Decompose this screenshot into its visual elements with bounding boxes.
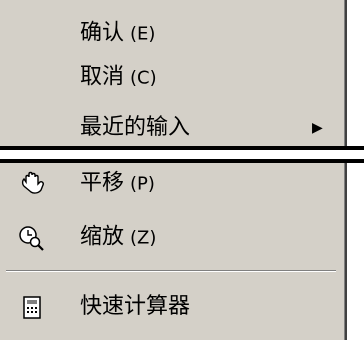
zoom-icon: [18, 224, 46, 252]
context-menu: 确认 (E) 取消 (C) 最近的输入 ▶ 平移 (P) 缩放 (Z) 快速计算…: [0, 0, 347, 340]
recent-input-label: 最近的输入: [80, 115, 191, 140]
menu-item-cancel-label: 取消 (C): [80, 65, 157, 92]
cancel-text: 取消: [80, 64, 125, 90]
menu-item-pan[interactable]: 平移 (P): [0, 157, 340, 211]
pan-hotkey: (P): [130, 173, 155, 195]
menu-separator: [6, 270, 336, 272]
cut-divider-gap: [0, 150, 364, 159]
submenu-arrow-icon: ▶: [312, 120, 323, 136]
confirm-hotkey: (E): [130, 23, 156, 45]
menu-item-quick-calculator[interactable]: 快速计算器: [0, 280, 340, 334]
menu-item-cancel[interactable]: 取消 (C): [0, 51, 340, 105]
pan-text: 平移: [80, 170, 125, 196]
pan-hand-icon: [18, 170, 46, 198]
cancel-hotkey: (C): [130, 67, 157, 89]
zoom-hotkey: (Z): [130, 227, 157, 249]
zoom-text: 缩放: [80, 224, 125, 250]
menu-item-zoom-label: 缩放 (Z): [80, 225, 156, 252]
confirm-text: 确认: [80, 20, 125, 46]
menu-item-confirm-label: 确认 (E): [80, 21, 155, 48]
menu-item-pan-label: 平移 (P): [80, 171, 155, 198]
calculator-icon: [18, 293, 46, 321]
menu-item-zoom[interactable]: 缩放 (Z): [0, 211, 340, 265]
cut-divider-bottom: [0, 159, 364, 163]
quick-calculator-label: 快速计算器: [80, 294, 191, 319]
cut-divider-top: [0, 146, 364, 150]
